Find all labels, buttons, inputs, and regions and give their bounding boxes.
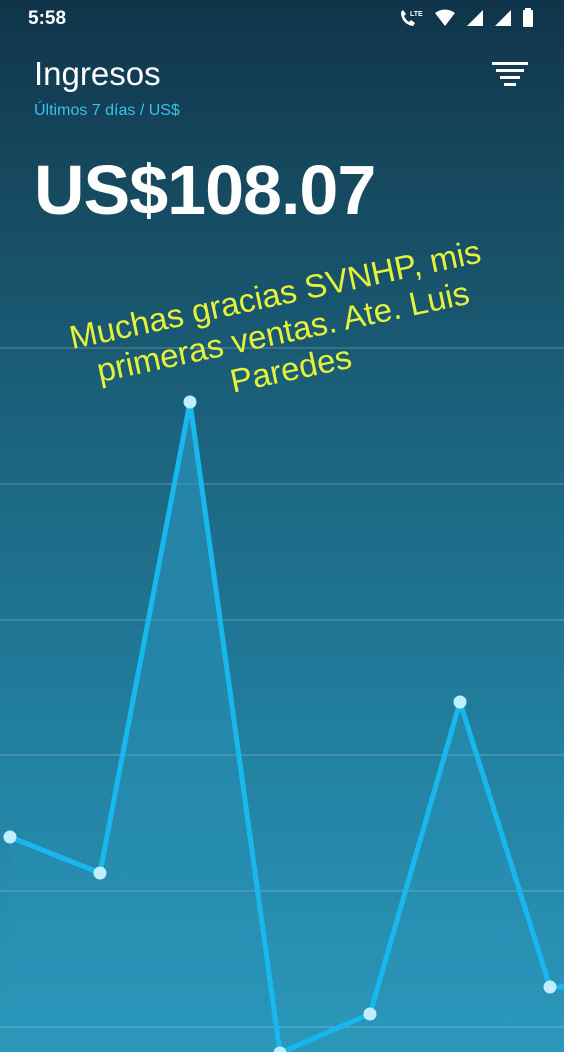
data-point[interactable]	[93, 866, 107, 880]
series-area	[10, 402, 564, 1052]
earnings-chart	[0, 347, 564, 1052]
data-point[interactable]	[453, 695, 467, 709]
data-point[interactable]	[543, 980, 557, 994]
data-point[interactable]	[3, 830, 17, 844]
data-point[interactable]	[363, 1007, 377, 1021]
